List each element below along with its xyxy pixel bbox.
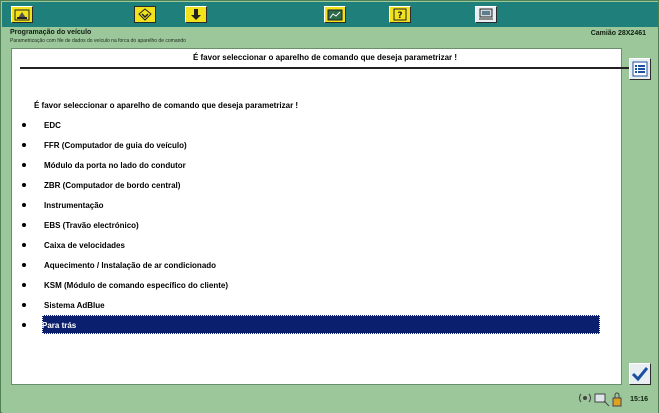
bullet — [22, 183, 26, 187]
list-item[interactable]: EDC — [22, 118, 592, 132]
panel-heading: É favor seleccionar o aparelho de comand… — [192, 53, 458, 62]
app-window: ? Programação do veículo Parametrização … — [0, 0, 659, 413]
status-icons — [578, 391, 622, 407]
diagnosis-icon — [138, 8, 152, 21]
list-item[interactable]: KSM (Módulo de comando específico do cli… — [22, 278, 592, 292]
list-view-button[interactable] — [629, 58, 651, 80]
bullet — [22, 243, 26, 247]
selection-prompt: É favor seleccionar o aparelho de comand… — [34, 101, 299, 110]
bullet — [22, 163, 26, 167]
help-button[interactable]: ? — [389, 6, 411, 23]
list-item-label: Aquecimento / Instalação de ar condicion… — [44, 260, 217, 270]
list-item-back[interactable]: Para trás — [22, 315, 600, 334]
page-subtitle: Parametrização com file de dados do veíc… — [10, 38, 186, 44]
page-header: Programação do veículo Parametrização co… — [2, 27, 658, 47]
chart-button[interactable] — [324, 6, 346, 23]
control-unit-panel: É favor seleccionar o aparelho de comand… — [11, 48, 630, 385]
list-item[interactable]: FFR (Computador de guia do veículo) — [22, 138, 592, 152]
diagnosis-button[interactable] — [134, 6, 156, 23]
list-item[interactable]: ZBR (Computador de bordo central) — [22, 178, 592, 192]
list-item[interactable]: Instrumentação — [22, 198, 592, 212]
list-item-label: KSM (Módulo de comando específico do cli… — [44, 280, 229, 290]
vehicle-id: Camião 28X2461 — [590, 30, 646, 37]
list-item-label: Módulo da porta no lado do condutor — [44, 160, 186, 170]
list-icon — [632, 61, 648, 77]
connection-icon — [594, 393, 610, 407]
bullet — [22, 143, 26, 147]
bullet — [22, 263, 26, 267]
top-toolbar: ? — [2, 2, 658, 28]
svg-text:?: ? — [397, 11, 402, 21]
selection-highlight — [42, 315, 600, 334]
list-item-label: EBS (Travão electrónico) — [44, 220, 139, 230]
list-item-label: Sistema AdBlue — [44, 300, 105, 310]
list-item[interactable]: Sistema AdBlue — [22, 298, 592, 312]
bullet — [22, 223, 26, 227]
list-item[interactable]: Caixa de velocidades — [22, 238, 592, 252]
list-item-label: ZBR (Computador de bordo central) — [44, 180, 181, 190]
signal-icon — [579, 393, 591, 403]
lock-icon — [612, 392, 622, 407]
download-icon — [191, 9, 201, 20]
list-item-label: Instrumentação — [44, 200, 104, 210]
list-item[interactable]: EBS (Travão electrónico) — [22, 218, 592, 232]
list-item-label: Caixa de velocidades — [44, 240, 125, 250]
help-icon: ? — [393, 8, 407, 21]
bullet — [22, 323, 26, 327]
list-item-label: EDC — [44, 120, 61, 130]
checkmark-icon — [631, 367, 649, 382]
computer-icon — [479, 8, 493, 20]
status-bar: 15:16 — [2, 389, 658, 413]
download-button[interactable] — [185, 6, 207, 23]
bullet — [22, 123, 26, 127]
confirm-button[interactable] — [629, 363, 651, 385]
clock: 15:16 — [630, 396, 648, 403]
computer-button[interactable] — [475, 6, 497, 23]
home-button[interactable] — [11, 6, 33, 23]
bullet — [22, 303, 26, 307]
bullet — [22, 203, 26, 207]
list-item[interactable]: Aquecimento / Instalação de ar condicion… — [22, 258, 592, 272]
page-title: Programação do veículo — [10, 29, 92, 36]
home-icon — [14, 9, 30, 20]
list-item[interactable]: Módulo da porta no lado do condutor — [22, 158, 592, 172]
chart-icon — [327, 9, 343, 20]
divider — [20, 67, 630, 69]
list-item-label: Para trás — [42, 320, 77, 330]
list-item-label: FFR (Computador de guia do veículo) — [44, 140, 187, 150]
bullet — [22, 283, 26, 287]
